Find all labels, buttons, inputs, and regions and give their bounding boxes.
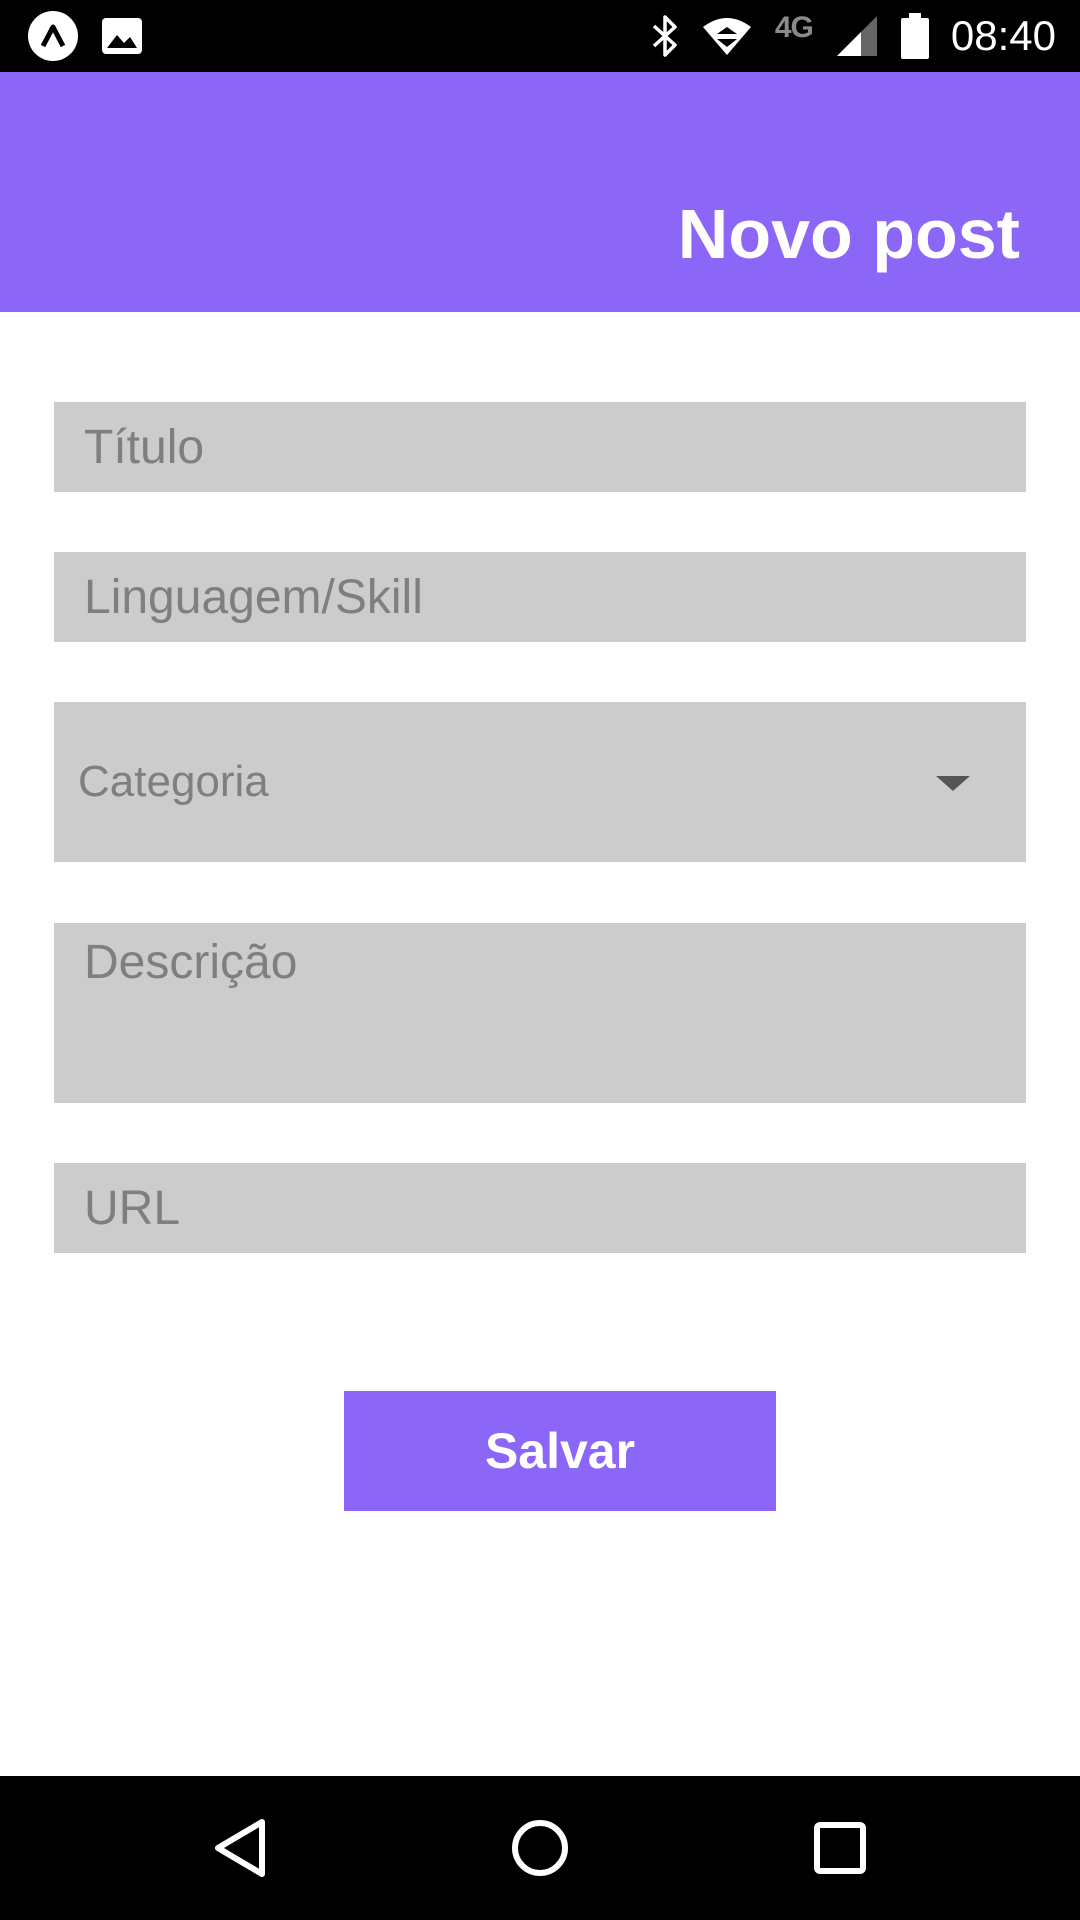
app-notification-icon	[28, 11, 78, 61]
back-icon	[215, 1819, 265, 1877]
description-textarea[interactable]	[54, 923, 1026, 1103]
status-left-icons	[28, 11, 142, 61]
image-notification-icon	[102, 18, 142, 54]
battery-icon	[900, 13, 929, 59]
recents-icon	[814, 1822, 866, 1874]
clock: 08:40	[950, 12, 1056, 59]
url-input[interactable]	[54, 1163, 1026, 1253]
signal-icon	[836, 16, 877, 56]
home-button[interactable]	[500, 1808, 580, 1888]
language-skill-input[interactable]	[54, 552, 1026, 642]
category-select[interactable]: Categoria	[54, 702, 1026, 862]
network-type-label: 4G	[774, 11, 814, 44]
wifi-icon	[702, 18, 751, 55]
save-button[interactable]: Salvar	[344, 1391, 776, 1511]
home-icon	[512, 1820, 568, 1876]
back-button[interactable]	[200, 1808, 280, 1888]
status-right-icons: 4G 08:40	[651, 0, 1056, 72]
title-input[interactable]	[54, 402, 1026, 492]
bluetooth-icon	[652, 15, 677, 57]
status-bar: 4G 08:40	[0, 0, 1080, 72]
system-navigation-bar	[0, 1776, 1080, 1920]
dropdown-arrow-icon	[936, 776, 970, 791]
recents-button[interactable]	[800, 1808, 880, 1888]
category-select-value: Categoria	[78, 757, 269, 806]
app-header: Novo post	[0, 72, 1080, 312]
page-title: Novo post	[677, 195, 1020, 273]
